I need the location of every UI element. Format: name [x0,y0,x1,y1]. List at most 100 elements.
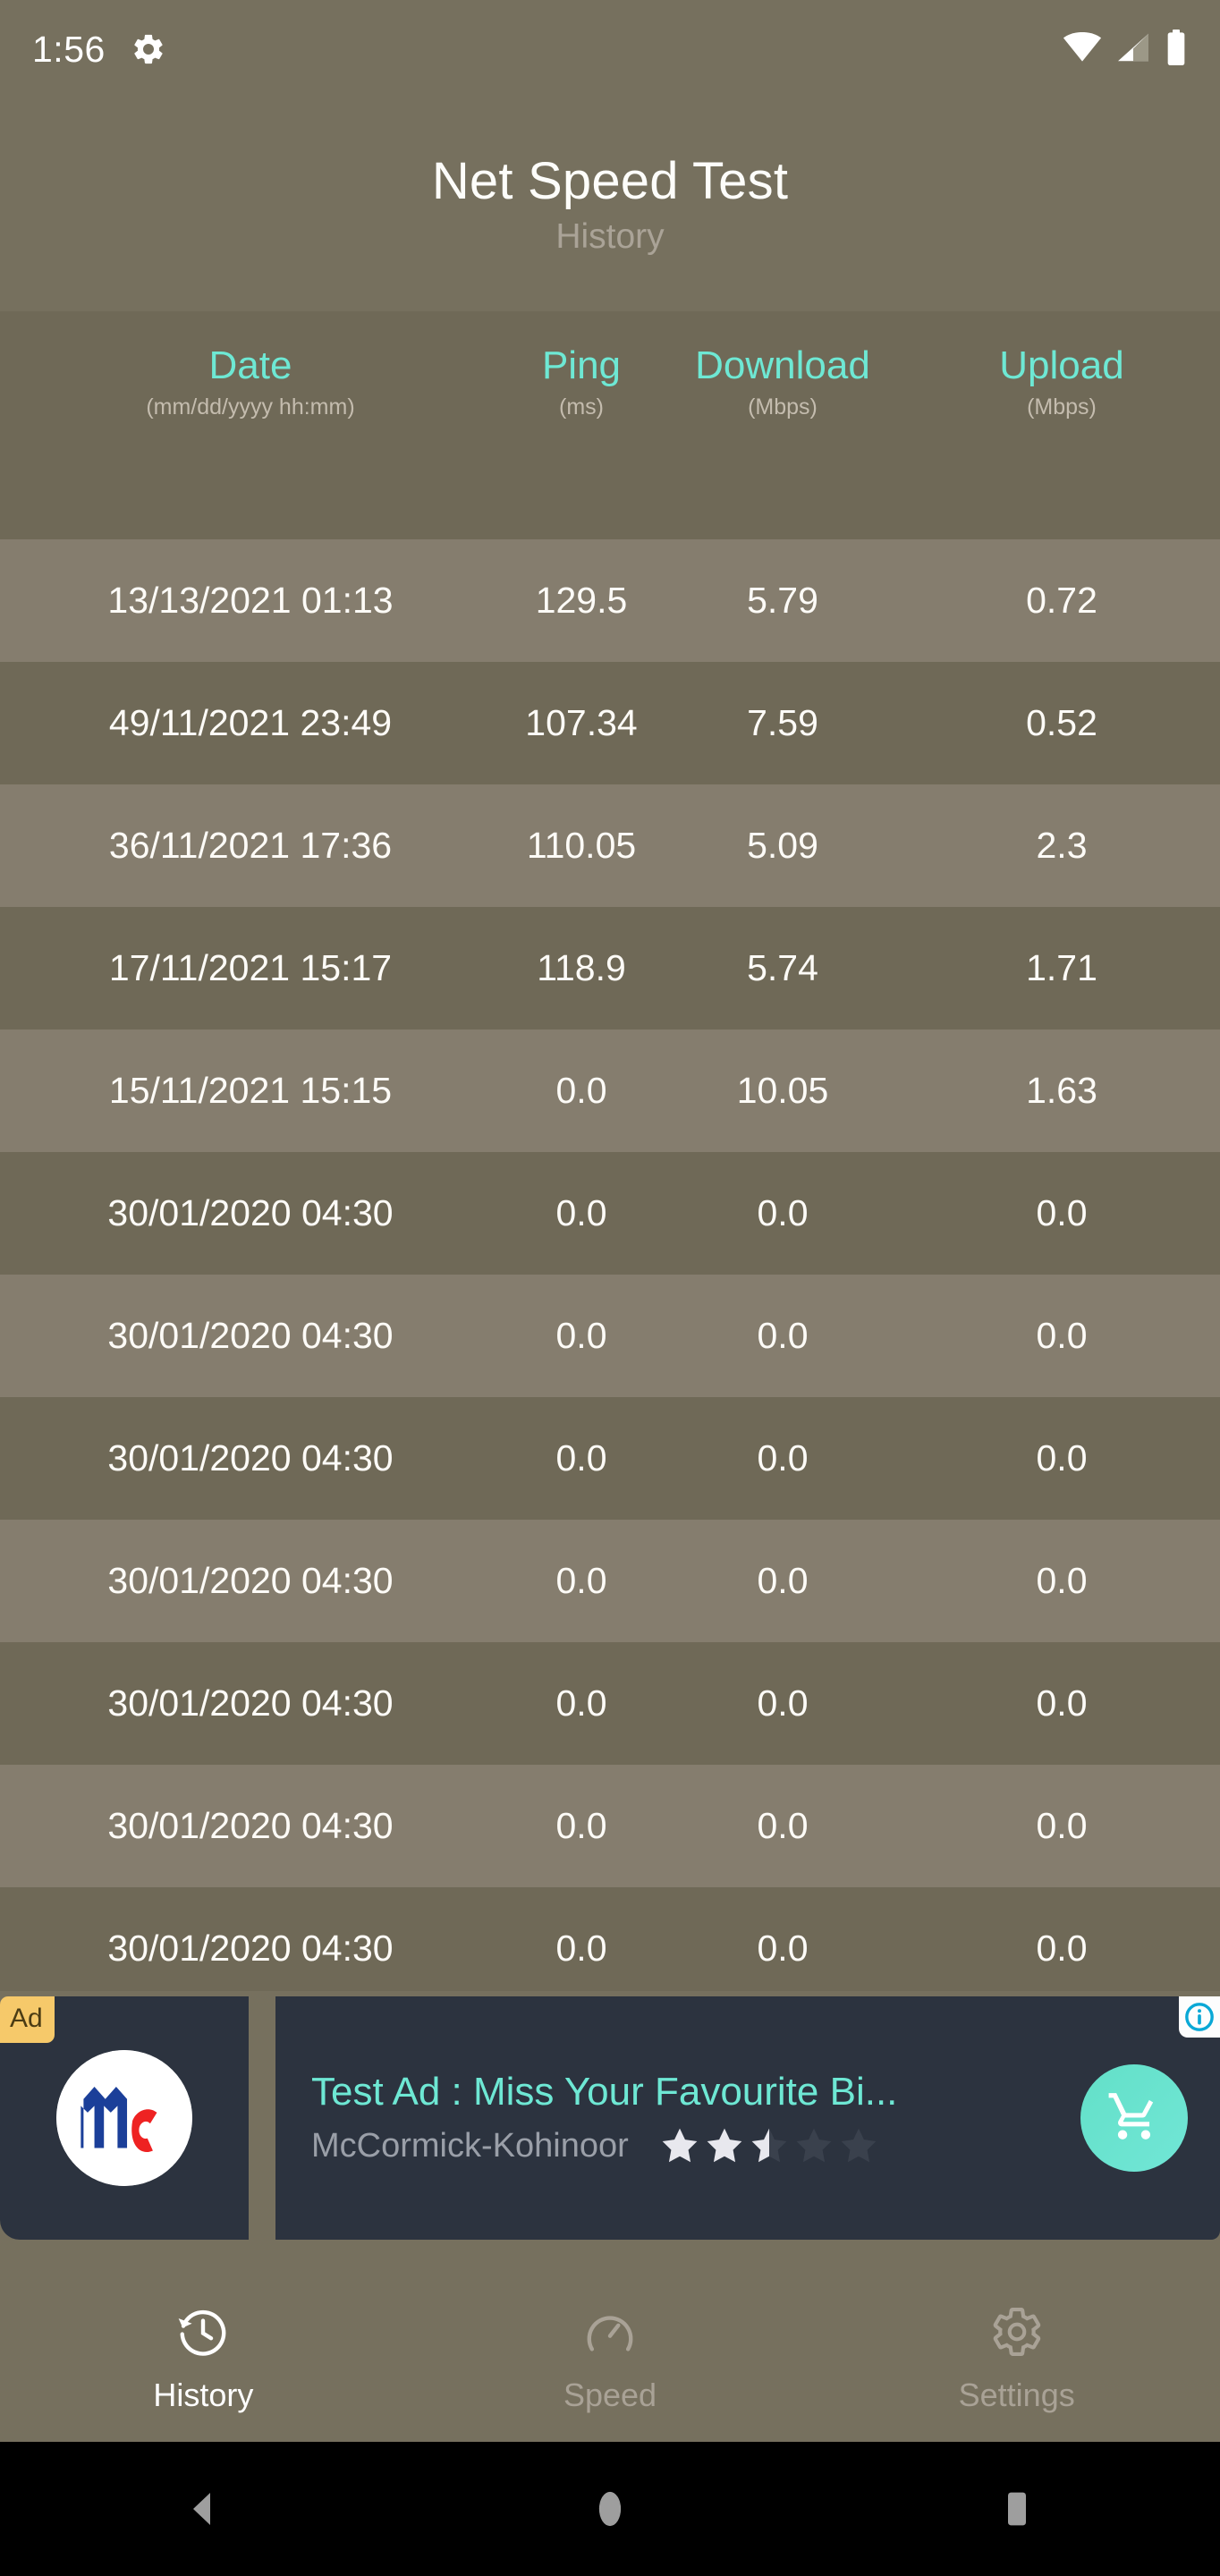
nav-item-settings-label: Settings [958,2377,1075,2413]
table-cell-date: 36/11/2021 17:36 [108,825,393,866]
table-cell-ping: 107.34 [525,702,638,743]
table-cell-date: 49/11/2021 23:49 [108,702,393,743]
table-cell-ping: 0.0 [555,1437,607,1479]
table-cell-ping: 0.0 [555,1560,607,1601]
table-row[interactable]: 36/11/2021 17:36 110.05 5.09 2.3 [0,784,1220,907]
page-subtitle: History [555,216,665,256]
table-cell-ping: 118.9 [537,947,626,988]
table-cell-upload: 1.71 [1026,947,1097,988]
system-navigation-bar[interactable] [0,2442,1220,2576]
ad-body[interactable]: Test Ad : Miss Your Favourite Bi... McCo… [275,1996,1220,2240]
table-cell-upload: 0.0 [1036,1192,1088,1233]
star-icon [662,2128,698,2163]
ad-cta-button[interactable] [1080,2064,1188,2172]
ad-badge: Ad [0,1996,55,2043]
cellular-signal-icon [1114,32,1152,67]
table-cell-download: 0.0 [757,1315,809,1356]
table-cell-ping: 0.0 [555,1192,607,1233]
column-header-ping[interactable]: Ping (ms) [501,311,662,420]
status-bar-clock: 1:56 [32,28,106,70]
column-header-upload-label: Upload [999,343,1124,387]
table-cell-download: 0.0 [757,1192,809,1233]
gear-icon [131,31,166,67]
ad-text: Test Ad : Miss Your Favourite Bi... McCo… [311,2070,1057,2166]
table-cell-upload: 0.72 [1026,580,1097,621]
history-clock-icon [175,2304,231,2364]
table-cell-ping: 0.0 [555,1070,607,1111]
bottom-navigation[interactable]: History Speed Settings [0,2276,1220,2442]
home-circle-icon[interactable] [407,2486,814,2532]
table-cell-date: 30/01/2020 04:30 [107,1315,394,1356]
ad-banner[interactable]: Ad Test Ad : Miss Your Favourite Bi... M… [0,1996,1220,2240]
table-cell-ping: 0.0 [555,1805,607,1846]
table-cell-ping: 0.0 [555,1928,607,1969]
table-cell-download: 5.74 [747,947,818,988]
table-cell-download: 0.0 [757,1560,809,1601]
history-table-body[interactable]: 13/13/2021 01:13 129.5 5.79 0.72 49/11/2021 … [0,539,1220,1991]
nav-item-settings[interactable]: Settings [813,2304,1220,2414]
info-icon[interactable] [1179,1996,1220,2038]
table-cell-upload: 0.0 [1036,1437,1088,1479]
table-row[interactable]: 49/11/2021 23:49 107.34 7.59 0.52 [0,662,1220,784]
table-row[interactable]: 30/01/2020 04:30 0.0 0.0 0.0 [0,1397,1220,1520]
table-cell-download: 0.0 [757,1437,809,1479]
table-cell-date: 15/11/2021 15:15 [108,1070,393,1111]
table-cell-date: 30/01/2020 04:30 [107,1805,394,1846]
table-cell-download: 0.0 [757,1928,809,1969]
nav-item-speed[interactable]: Speed [407,2304,814,2414]
table-cell-download: 10.05 [736,1070,829,1111]
column-header-date-label: Date [208,343,292,387]
table-cell-upload: 0.0 [1036,1682,1088,1724]
table-cell-date: 17/11/2021 15:17 [108,947,393,988]
table-cell-ping: 129.5 [535,580,628,621]
ad-icon-card[interactable]: Ad [0,1996,249,2240]
table-cell-date: 13/13/2021 01:13 [107,580,394,621]
table-row[interactable]: 17/11/2021 15:17 118.9 5.74 1.71 [0,907,1220,1030]
table-row[interactable]: 30/01/2020 04:30 0.0 0.0 0.0 [0,1642,1220,1765]
ad-subline: McCormick-Kohinoor [311,2125,1057,2166]
ad-advertiser: McCormick-Kohinoor [311,2126,629,2165]
star-icon [796,2128,832,2163]
table-row[interactable]: 30/01/2020 04:30 0.0 0.0 0.0 [0,1887,1220,1991]
page-title: Net Speed Test [431,152,789,211]
table-cell-upload: 0.0 [1036,1928,1088,1969]
app-screen: 1:56 Net Speed Test History Date (mm/dd/… [0,0,1220,2576]
column-header-upload[interactable]: Upload (Mbps) [903,311,1220,420]
table-row[interactable]: 30/01/2020 04:30 0.0 0.0 0.0 [0,1275,1220,1397]
table-cell-download: 5.09 [747,825,818,866]
mccormick-logo-icon [56,2050,192,2186]
table-cell-download: 0.0 [757,1682,809,1724]
nav-item-history-label: History [153,2377,254,2413]
column-header-download-unit: (Mbps) [748,394,818,419]
recents-square-icon[interactable] [813,2486,1220,2532]
column-header-ping-label: Ping [541,343,622,387]
app-bar: Net Speed Test History [0,98,1220,311]
table-row[interactable]: 30/01/2020 04:30 0.0 0.0 0.0 [0,1152,1220,1275]
table-row[interactable]: 30/01/2020 04:30 0.0 0.0 0.0 [0,1765,1220,1887]
nav-item-speed-label: Speed [563,2377,657,2413]
nav-item-history[interactable]: History [0,2304,407,2414]
status-bar-icons [1063,29,1188,70]
table-cell-upload: 2.3 [1036,825,1088,866]
star-icon [707,2128,742,2163]
table-cell-ping: 0.0 [555,1315,607,1356]
shopping-cart-icon [1106,2089,1162,2148]
table-cell-upload: 1.63 [1026,1070,1097,1111]
back-triangle-icon[interactable] [0,2487,407,2530]
column-header-download[interactable]: Download (Mbps) [662,311,903,420]
table-cell-download: 0.0 [757,1805,809,1846]
star-icon [751,2128,787,2163]
column-header-date[interactable]: Date (mm/dd/yyyy hh:mm) [0,311,501,420]
table-cell-ping: 0.0 [555,1682,607,1724]
table-cell-date: 30/01/2020 04:30 [107,1682,394,1724]
table-cell-upload: 0.52 [1026,702,1097,743]
table-row[interactable]: 30/01/2020 04:30 0.0 0.0 0.0 [0,1520,1220,1642]
column-header-upload-unit: (Mbps) [1027,394,1097,419]
table-cell-download: 5.79 [747,580,818,621]
table-cell-date: 30/01/2020 04:30 [107,1192,394,1233]
table-cell-date: 30/01/2020 04:30 [107,1928,394,1969]
column-header-date-unit: (mm/dd/yyyy hh:mm) [146,394,355,419]
table-row[interactable]: 13/13/2021 01:13 129.5 5.79 0.72 [0,539,1220,662]
table-row[interactable]: 15/11/2021 15:15 0.0 10.05 1.63 [0,1030,1220,1152]
wifi-icon [1063,31,1102,67]
